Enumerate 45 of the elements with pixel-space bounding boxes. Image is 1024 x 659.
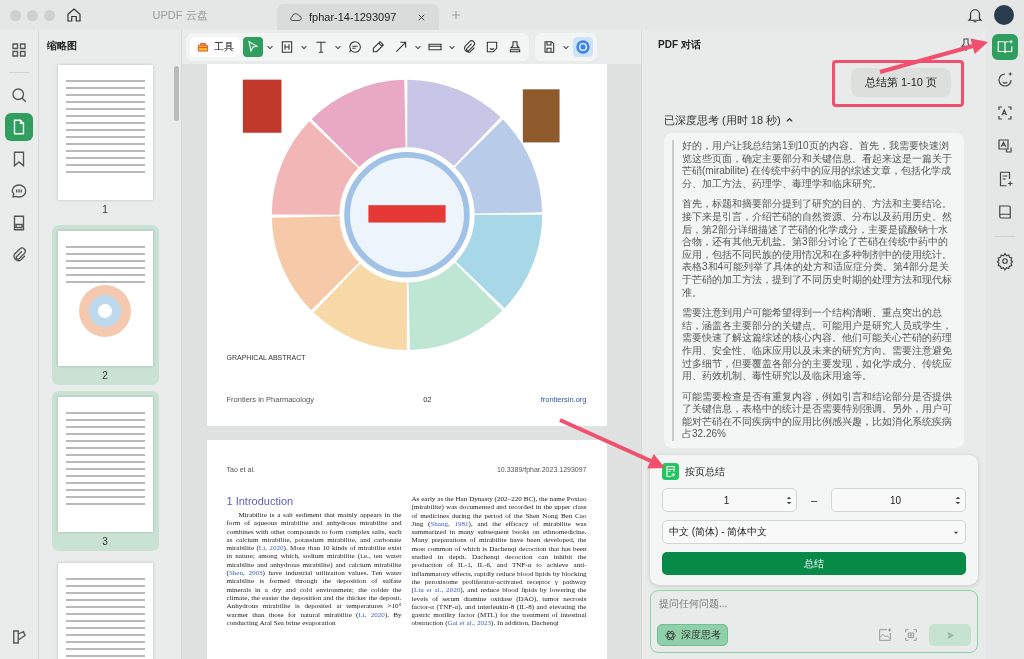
stepper-icon[interactable] xyxy=(785,494,792,506)
caret-icon[interactable] xyxy=(300,43,308,51)
document-tab[interactable]: fphar-14-1293097 xyxy=(277,4,439,30)
home-icon[interactable] xyxy=(65,6,83,24)
panel-title: PDF 对话 xyxy=(658,38,701,52)
book-sparkle-icon[interactable] xyxy=(992,34,1018,60)
ai-assistant-icon[interactable] xyxy=(573,37,593,57)
caret-icon xyxy=(784,116,794,125)
avatar[interactable] xyxy=(994,5,1014,25)
popup-title: 按页总结 xyxy=(685,464,725,479)
page-icon[interactable] xyxy=(5,113,33,141)
cloud-icon xyxy=(289,10,303,24)
bell-icon[interactable] xyxy=(966,6,984,24)
caret-icon[interactable] xyxy=(334,43,342,51)
thinking-text: 首先，标题和摘要部分提到了研究的目的、方法和主要结论。接下来是引言，介绍芒硝的自然资源、分布以及药用历史。然后，第2部分详细描述了芒硝的化学成分，主要是硫酸钠十水合物，还有其他无机盐。第3部分讨论了芒硝在传统中药中的应用，包括不同民族的使用情况和在多种制剂中的使用统计。表格3和4可能列举了具体的处方和适应症分类。第4部分是关于芒硝的加工方法，提到了不同历史时期的处理方法和现代标准。 xyxy=(682,198,953,300)
range-separator: – xyxy=(810,494,818,506)
page-thumbnail-item[interactable]: 2 xyxy=(51,225,159,385)
page-number: 3 xyxy=(102,536,108,547)
end-page-field[interactable]: 10 xyxy=(831,488,966,512)
caret-icon[interactable] xyxy=(448,43,456,51)
thinking-text: 可能需要检查是否有重复内容，例如引言和结论部分是否提供了关键信息，表格中的统计是否需要特别强调。另外，用户可能对芒硝在不同疾病中的应用比例感兴趣，比如消化系统疾病占32.26% xyxy=(682,390,953,442)
panel-title: 缩略图 xyxy=(46,39,78,53)
question-input[interactable]: 提问任何问题... xyxy=(657,597,971,610)
caret-icon[interactable] xyxy=(266,43,274,51)
caret-icon[interactable] xyxy=(414,43,422,51)
language-dropdown[interactable]: 中文 (简体) - 简体中文 xyxy=(662,520,966,544)
summarize-button[interactable]: 总结 xyxy=(662,552,966,575)
thinking-toggle[interactable]: 已深度思考 (用时 18 秒) xyxy=(664,107,794,133)
user-message: 总结第 1-10 页 xyxy=(850,68,951,97)
page-number: 1 xyxy=(102,204,108,215)
tools-button[interactable]: 工具 xyxy=(190,37,240,57)
thinking-text: 好的，用户让我总结第1到10页的内容。首先，我需要快速浏览这些页面，确定主要部分和关键信息。看起来这是一篇关于芒硝(mirabilite) 在传统中药中的应用的综述文章，包括化学成分、加工方法、药理学、毒理学和临床研究。 xyxy=(682,140,953,191)
toolbox-icon xyxy=(196,40,210,54)
section-heading: 1 Introduction xyxy=(226,495,295,507)
page-number: 2 xyxy=(102,370,108,381)
document-sparkle-icon xyxy=(662,463,679,480)
start-page-field[interactable]: 1 xyxy=(662,488,797,512)
atom-icon xyxy=(664,628,677,642)
deep-think-toggle[interactable]: 深度思考 xyxy=(657,624,728,646)
stepper-icon[interactable] xyxy=(955,494,961,506)
page-thumbnail-item[interactable]: 1 xyxy=(51,59,159,219)
page-thumbnail-item[interactable]: 3 xyxy=(51,391,159,551)
caret-icon[interactable] xyxy=(562,43,570,51)
cursor-icon[interactable] xyxy=(243,37,263,57)
thinking-text: 需要注意到用户可能希望得到一个结构清晰、重点突出的总结，涵盖各主要部分的关键点。可能用户是研究人员或学生，需要快速了解这篇综述的核心内容。他们可能关心芒硝的药理作用、安全性、临床应用以及未来的研究方向。需要注意避免过多细节，但要覆盖各部分的主要发现，如化学成分、传统应用、药效机制、毒性研究以及临床用途等。 xyxy=(682,307,953,383)
